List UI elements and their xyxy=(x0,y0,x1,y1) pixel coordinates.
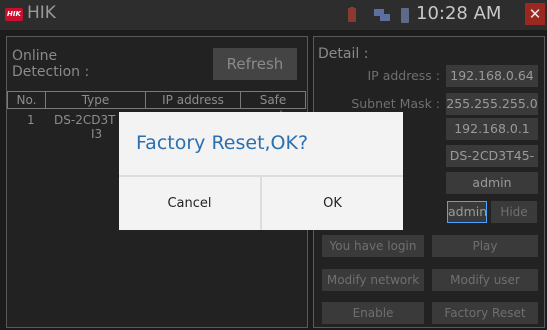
col-type: Type xyxy=(46,92,146,108)
ip-address-value[interactable]: 192.168.0.64 xyxy=(446,65,538,87)
col-safe-mode: Safe mode xyxy=(256,93,290,123)
device-type-value[interactable]: DS-2CD3T45-I3 xyxy=(446,145,538,185)
status-bar: HIK HIK 10:28 AM ✕ xyxy=(0,0,547,30)
username-value[interactable]: admin xyxy=(446,172,538,194)
play-button[interactable]: Play xyxy=(432,235,538,257)
cancel-button[interactable]: Cancel xyxy=(119,177,260,230)
dialog-title: Factory Reset,OK? xyxy=(136,132,309,154)
row-1-no[interactable]: 1 xyxy=(27,113,35,127)
app-title: HIK xyxy=(27,3,56,23)
ok-button[interactable]: OK xyxy=(262,177,403,230)
online-detection-title-line1: Online xyxy=(12,48,58,64)
subnet-mask-value[interactable]: 255.255.255.0 xyxy=(446,93,538,115)
hide-button[interactable]: Hide xyxy=(491,201,537,223)
close-icon[interactable]: ✕ xyxy=(525,3,545,25)
refresh-button[interactable]: Refresh xyxy=(213,48,297,80)
row-1-type-line1[interactable]: DS-2CD3T xyxy=(54,113,115,127)
ip-address-label: IP address : xyxy=(367,68,441,83)
modify-network-button[interactable]: Modify network xyxy=(322,269,424,291)
battery-alert-icon xyxy=(346,7,358,27)
gateway-value[interactable]: 192.168.0.1 xyxy=(446,118,538,140)
modify-user-button[interactable]: Modify user xyxy=(432,269,538,291)
subnet-mask-label: Subnet Mask : xyxy=(351,96,440,111)
factory-reset-dialog: Factory Reset,OK? Cancel OK xyxy=(119,112,403,230)
detail-title: Detail : xyxy=(318,46,369,62)
factory-reset-button[interactable]: Factory Reset xyxy=(432,302,538,324)
password-field[interactable]: admin xyxy=(447,201,487,223)
row-1-type-line2[interactable]: I3 xyxy=(91,127,102,141)
clock: 10:28 AM xyxy=(416,3,502,24)
enable-button[interactable]: Enable xyxy=(322,302,424,324)
table-header: No. Type IP address Safe mode xyxy=(7,91,306,123)
col-no: No. xyxy=(8,92,46,108)
storage-icon xyxy=(400,7,410,28)
col-ip: IP address xyxy=(146,92,241,108)
network-icon xyxy=(373,7,391,27)
online-detection-title-line2: Detection : xyxy=(12,64,90,80)
login-status-button[interactable]: You have login xyxy=(322,235,424,257)
hik-logo: HIK xyxy=(5,8,23,21)
